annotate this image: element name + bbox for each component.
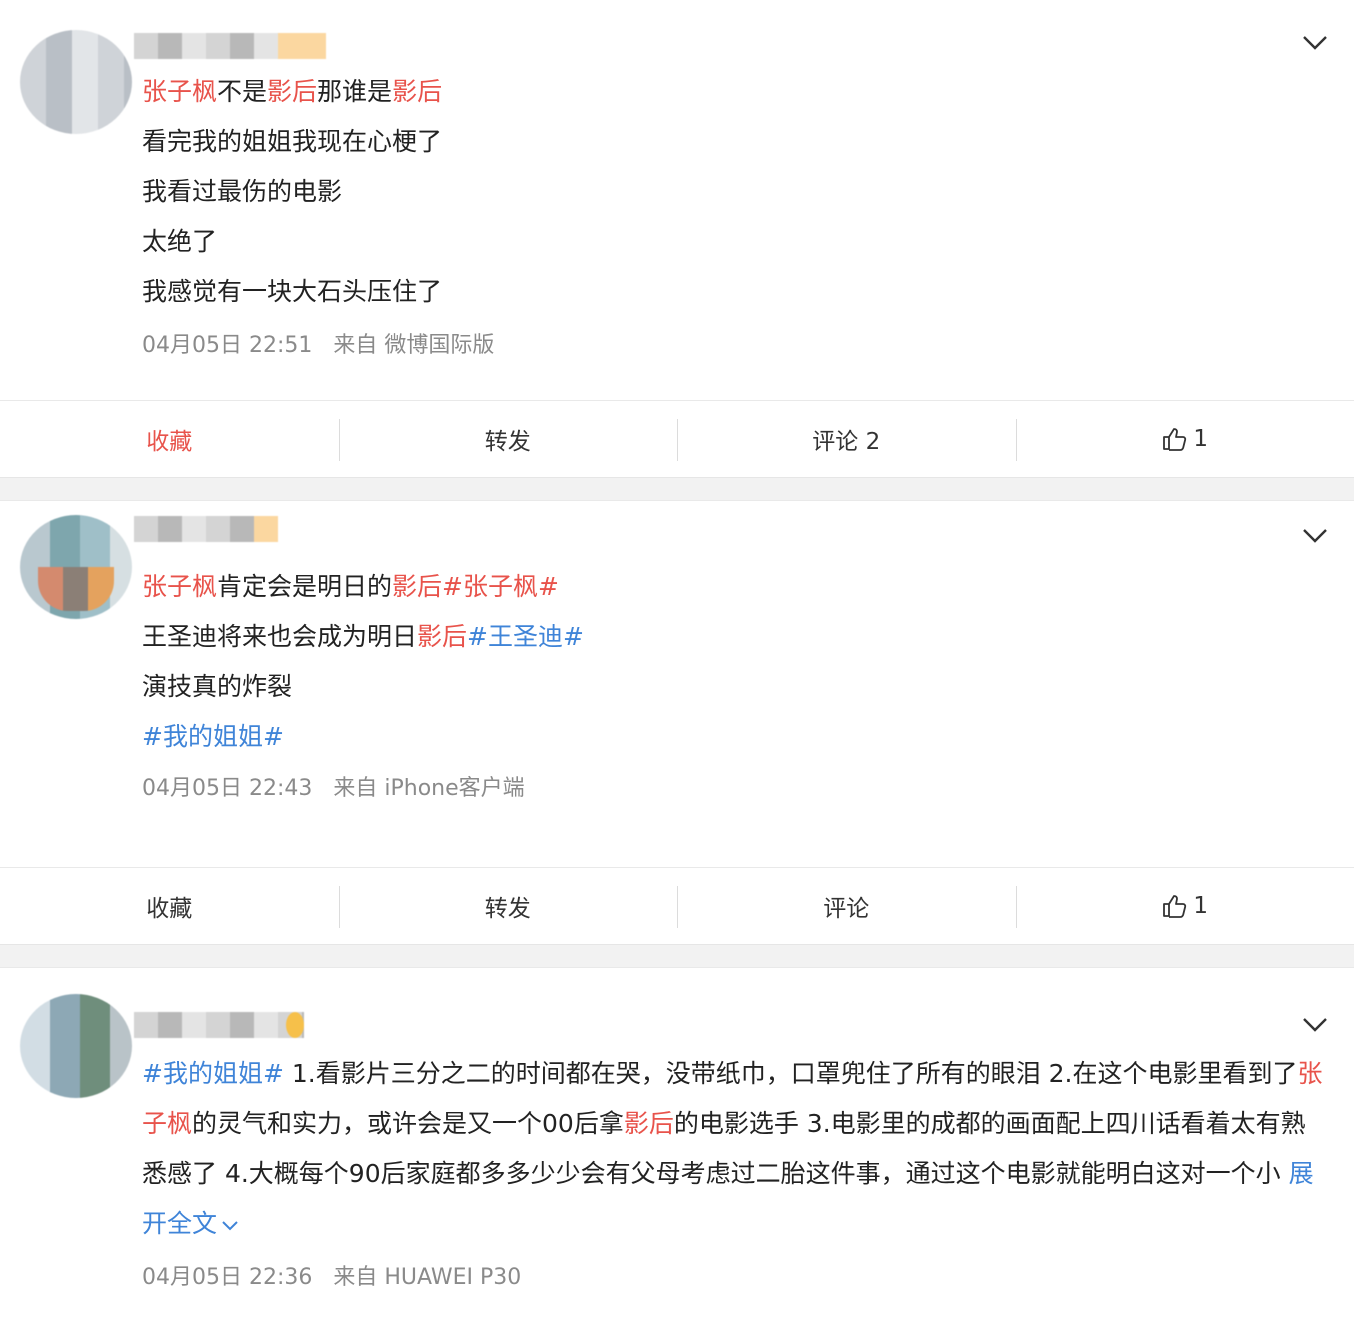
content-line: 张子枫肯定会是明日的影后#张子枫#	[142, 562, 1330, 612]
content-line: #我的姐姐# 1.看影片三分之二的时间都在哭，没带纸巾，口罩兜住了所有的眼泪 2…	[142, 1049, 1328, 1249]
avatar[interactable]	[20, 30, 132, 134]
content-text: 那谁是	[317, 77, 392, 106]
post-meta: 04月05日 22:43 来自 iPhone客户端	[142, 770, 525, 802]
favorite-button[interactable]: 收藏	[0, 417, 339, 461]
avatar[interactable]	[20, 994, 132, 1098]
post-source[interactable]: 来自 iPhone客户端	[333, 776, 524, 801]
repost-button[interactable]: 转发	[339, 884, 678, 928]
blurred-username[interactable]	[134, 1012, 304, 1038]
weibo-post: #我的姐姐# 1.看影片三分之二的时间都在哭，没带纸巾，口罩兜住了所有的眼泪 2…	[0, 968, 1354, 1324]
post-content: 张子枫不是影后那谁是影后看完我的姐姐我现在心梗了我看过最伤的电影太绝了我感觉有一…	[142, 67, 1330, 317]
content-text: 我看过最伤的电影	[142, 177, 342, 206]
keyword-highlight[interactable]: 影后	[624, 1109, 674, 1138]
hashtag-link[interactable]: #王圣迪#	[467, 622, 584, 651]
post-source[interactable]: 来自 微博国际版	[333, 333, 494, 358]
post-actions: 收藏 转发 评论 1	[0, 867, 1354, 944]
repost-button[interactable]: 转发	[339, 417, 678, 461]
weibo-post: 张子枫不是影后那谁是影后看完我的姐姐我现在心梗了我看过最伤的电影太绝了我感觉有一…	[0, 0, 1354, 400]
avatar[interactable]	[20, 515, 132, 619]
content-text: 不是	[217, 77, 267, 106]
blurred-username[interactable]	[134, 516, 278, 542]
like-button[interactable]: 1	[1016, 417, 1354, 461]
chevron-down-icon[interactable]	[221, 1220, 239, 1232]
content-line: 演技真的炸裂	[142, 662, 1330, 712]
post-source[interactable]: 来自 HUAWEI P30	[333, 1265, 521, 1290]
hashtag-link[interactable]: #我的姐姐#	[142, 722, 284, 751]
keyword-highlight[interactable]: 张子枫	[142, 77, 217, 106]
content-text: 1.看影片三分之二的时间都在哭，没带纸巾，口罩兜住了所有的眼泪 2.在这个电影里…	[284, 1059, 1298, 1088]
keyword-highlight[interactable]: #张子枫#	[442, 572, 559, 601]
thumbs-up-icon	[1161, 426, 1187, 452]
weibo-post: 张子枫肯定会是明日的影后#张子枫#王圣迪将来也会成为明日影后#王圣迪#演技真的炸…	[0, 501, 1354, 867]
chevron-down-icon[interactable]	[1302, 1016, 1328, 1034]
post-meta: 04月05日 22:51 来自 微博国际版	[142, 327, 494, 359]
post-separator	[0, 477, 1354, 501]
comment-button[interactable]: 评论	[677, 884, 1016, 928]
post-content: 张子枫肯定会是明日的影后#张子枫#王圣迪将来也会成为明日影后#王圣迪#演技真的炸…	[142, 562, 1330, 762]
hashtag-link[interactable]: #我的姐姐#	[142, 1059, 284, 1088]
favorite-button[interactable]: 收藏	[0, 884, 339, 928]
thumbs-up-icon	[1161, 893, 1187, 919]
keyword-highlight[interactable]: 影后	[417, 622, 467, 651]
comment-button[interactable]: 评论 2	[677, 417, 1016, 461]
content-text: 太绝了	[142, 227, 217, 256]
chevron-down-icon[interactable]	[1302, 34, 1328, 52]
post-separator	[0, 944, 1354, 968]
content-text: 肯定会是明日的	[217, 572, 392, 601]
post-date: 04月05日 22:51	[142, 333, 312, 358]
post-actions: 收藏 转发 评论 2 1	[0, 400, 1354, 477]
content-text: 我感觉有一块大石头压住了	[142, 277, 442, 306]
content-line: 我看过最伤的电影	[142, 167, 1330, 217]
post-date: 04月05日 22:36	[142, 1265, 312, 1290]
keyword-highlight[interactable]: 张子枫	[142, 572, 217, 601]
keyword-highlight[interactable]: 影后	[267, 77, 317, 106]
content-line: 王圣迪将来也会成为明日影后#王圣迪#	[142, 612, 1330, 662]
content-text: 演技真的炸裂	[142, 672, 292, 701]
content-line: 张子枫不是影后那谁是影后	[142, 67, 1330, 117]
keyword-highlight[interactable]: 影后	[392, 77, 442, 106]
post-meta: 04月05日 22:36 来自 HUAWEI P30	[142, 1259, 521, 1291]
content-line: 看完我的姐姐我现在心梗了	[142, 117, 1330, 167]
content-line: 太绝了	[142, 217, 1330, 267]
content-line: 我感觉有一块大石头压住了	[142, 267, 1330, 317]
content-text: 看完我的姐姐我现在心梗了	[142, 127, 442, 156]
content-text: 的灵气和实力，或许会是又一个00后拿	[192, 1109, 624, 1138]
chevron-down-icon[interactable]	[1302, 527, 1328, 545]
content-line: #我的姐姐#	[142, 712, 1330, 762]
blurred-username[interactable]	[134, 33, 326, 59]
like-button[interactable]: 1	[1016, 884, 1354, 928]
keyword-highlight[interactable]: 影后	[392, 572, 442, 601]
post-content: #我的姐姐# 1.看影片三分之二的时间都在哭，没带纸巾，口罩兜住了所有的眼泪 2…	[142, 1049, 1328, 1249]
content-text: 王圣迪将来也会成为明日	[142, 622, 417, 651]
post-date: 04月05日 22:43	[142, 776, 312, 801]
